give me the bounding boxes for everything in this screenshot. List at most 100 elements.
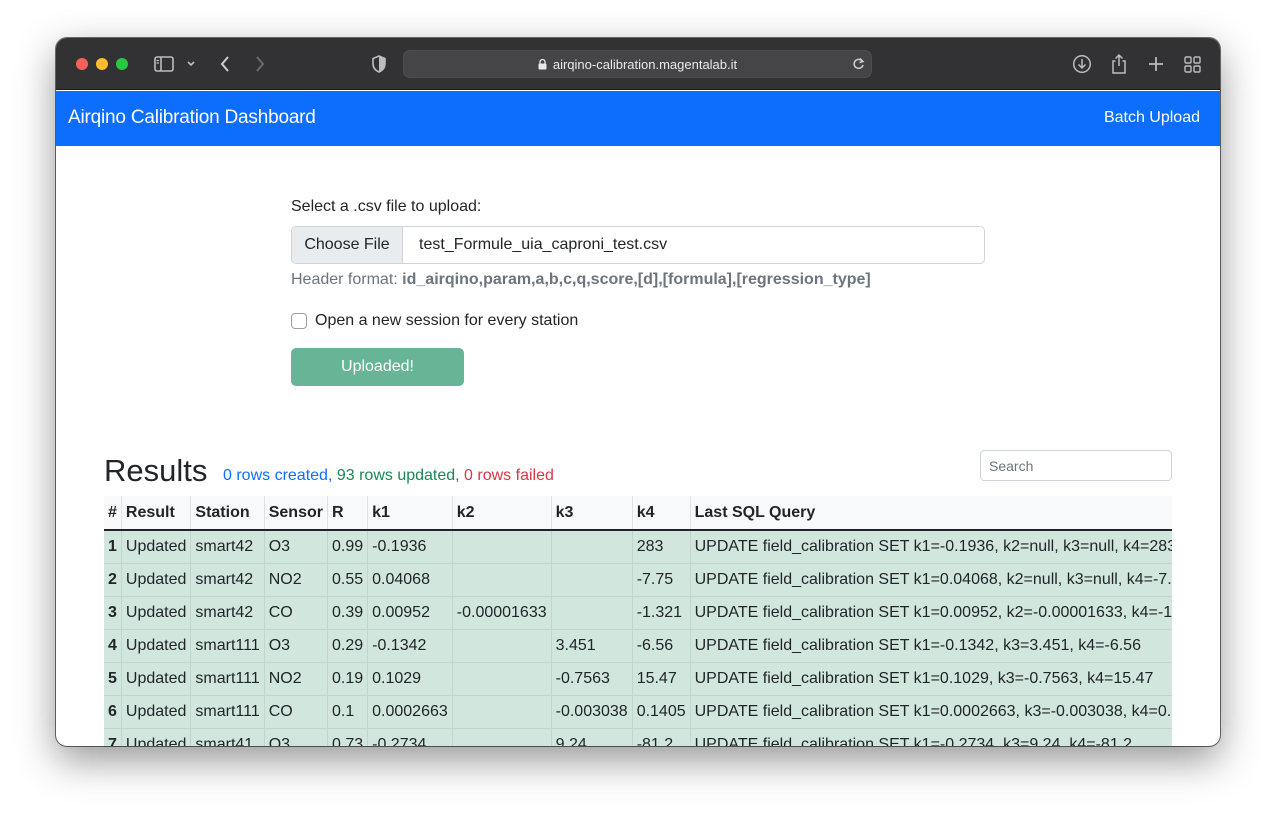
new-tab-icon[interactable] [1146, 52, 1166, 76]
file-input[interactable]: Choose File test_Formule_uia_caproni_tes… [291, 226, 985, 264]
table-header-col-k4[interactable]: k4 [632, 496, 691, 531]
zoom-window-button[interactable] [116, 58, 128, 70]
upload-button[interactable]: Uploaded! [291, 348, 464, 386]
table-header-col-k1[interactable]: k1 [367, 496, 453, 531]
k1-cell: -0.1342 [367, 629, 453, 663]
k1-cell: -0.1936 [367, 530, 453, 564]
k1-cell: 0.1029 [367, 662, 453, 696]
result-cell: Updated [121, 530, 192, 564]
k3-cell [551, 530, 633, 564]
back-icon[interactable] [216, 52, 234, 76]
table-row[interactable]: 7 Updated smart41 O3 0.73 -0.2734 9.24 -81.2 UPD… [104, 728, 1172, 746]
station-cell: smart42 [190, 563, 265, 597]
rows-failed-count: 0 rows failed [464, 467, 554, 484]
table-header-col-k2[interactable]: k2 [452, 496, 552, 531]
row-index: 6 [104, 695, 122, 729]
k2-cell: -0.00001633 [452, 596, 552, 630]
batch-upload-link[interactable]: Batch Upload [1104, 109, 1200, 127]
browser-window: airqino-calibration.magentalab.it Airqin… [56, 38, 1220, 746]
row-index: 3 [104, 596, 122, 630]
table-header-col-index[interactable]: # [104, 496, 122, 531]
r-cell: 0.99 [327, 530, 369, 564]
table-header-col-station[interactable]: Station [190, 496, 265, 531]
forward-icon[interactable] [251, 52, 269, 76]
table-row[interactable]: 4 Updated smart111 O3 0.29 -0.1342 3.451 -6.56 U… [104, 629, 1172, 663]
new-session-checkbox[interactable] [291, 313, 307, 329]
sql-query-cell: UPDATE field_calibration SET k1=0.00952,… [690, 596, 1172, 630]
address-bar[interactable]: airqino-calibration.magentalab.it [403, 50, 872, 78]
close-window-button[interactable] [76, 58, 88, 70]
station-cell: smart111 [190, 629, 265, 663]
sensor-cell: NO2 [264, 563, 328, 597]
r-cell: 0.55 [327, 563, 369, 597]
k2-cell [452, 728, 552, 746]
sql-query-cell: UPDATE field_calibration SET k1=-0.2734,… [690, 728, 1172, 746]
k3-cell: 3.451 [551, 629, 633, 663]
sql-query-cell: UPDATE field_calibration SET k1=-0.1342,… [690, 629, 1172, 663]
help-prefix: Header format: [291, 271, 398, 288]
table-header-col-result[interactable]: Result [121, 496, 192, 531]
sql-query-cell: UPDATE field_calibration SET k1=-0.1936,… [690, 530, 1172, 564]
r-cell: 0.29 [327, 629, 369, 663]
table-header-col-r[interactable]: R [327, 496, 369, 531]
tab-overview-icon[interactable] [1182, 52, 1202, 76]
k1-cell: 0.04068 [367, 563, 453, 597]
row-index: 1 [104, 530, 122, 564]
k2-cell [452, 629, 552, 663]
r-cell: 0.1 [327, 695, 369, 729]
result-cell: Updated [121, 695, 192, 729]
k2-cell [452, 662, 552, 696]
sensor-cell: O3 [264, 728, 328, 746]
r-cell: 0.19 [327, 662, 369, 696]
results-table: # Result Station Sensor Rk1 k2 k3 k4 Last SQL Qu… [104, 496, 1172, 746]
new-session-option[interactable]: Open a new session for every station [291, 311, 578, 331]
table-row[interactable]: 6 Updated smart111 CO 0.1 0.0002663 -0.003038 0… [104, 695, 1172, 729]
sidebar-icon[interactable] [153, 52, 175, 76]
sensor-cell: CO [264, 596, 328, 630]
k1-cell: -0.2734 [367, 728, 453, 746]
help-format: id_airqino,param,a,b,c,q,score,[d],[form… [402, 271, 871, 288]
table-header-col-last-sql-query[interactable]: Last SQL Query [690, 496, 1172, 531]
share-icon[interactable] [1109, 52, 1129, 76]
k3-cell: -0.7563 [551, 662, 633, 696]
rows-updated-count: 93 rows updated, [336, 467, 460, 484]
download-icon[interactable] [1071, 52, 1093, 76]
table-row[interactable]: 3 Updated smart42 CO 0.39 0.00952 -0.00001633 -… [104, 596, 1172, 630]
reload-icon[interactable] [852, 57, 865, 76]
search-placeholder: Search [989, 458, 1034, 474]
results-summary: 0 rows created, 93 rows updated, 0 rows … [223, 467, 554, 485]
navbar: Airqino Calibration Dashboard Batch Uplo… [56, 91, 1220, 146]
result-cell: Updated [121, 596, 192, 630]
k4-cell: 0.1405 [632, 695, 691, 729]
navbar-brand[interactable]: Airqino Calibration Dashboard [68, 107, 316, 129]
row-index: 4 [104, 629, 122, 663]
row-index: 7 [104, 728, 122, 746]
chevron-down-icon[interactable] [185, 52, 197, 76]
r-cell: 0.39 [327, 596, 369, 630]
header-format-help: Header format: id_airqino,param,a,b,c,q,… [291, 271, 871, 289]
k4-cell: -6.56 [632, 629, 691, 663]
k4-cell: -81.2 [632, 728, 691, 746]
table-header-col-sensor[interactable]: Sensor [264, 496, 328, 531]
minimize-window-button[interactable] [96, 58, 108, 70]
row-index: 5 [104, 662, 122, 696]
table-header-col-k3[interactable]: k3 [551, 496, 633, 531]
sensor-cell: O3 [264, 530, 328, 564]
station-cell: smart42 [190, 530, 265, 564]
shield-icon[interactable] [370, 52, 388, 76]
r-cell: 0.73 [327, 728, 369, 746]
search-input[interactable]: Search [980, 450, 1172, 481]
new-session-label[interactable]: Open a new session for every station [315, 312, 578, 330]
table-row[interactable]: 5 Updated smart111 NO2 0.19 0.1029 -0.7563 15.4… [104, 662, 1172, 696]
station-cell: smart111 [190, 662, 265, 696]
sql-query-cell: UPDATE field_calibration SET k1=0.1029, … [690, 662, 1172, 696]
table-header-row: # Result Station Sensor Rk1 k2 k3 k4 Last SQL Qu… [104, 496, 1172, 531]
row-index: 2 [104, 563, 122, 597]
results-table-container[interactable]: # Result Station Sensor Rk1 k2 k3 k4 Last SQL Qu… [104, 496, 1172, 746]
table-row[interactable]: 1 Updated smart42 O3 0.99 -0.1936 283 UPDATE fi… [104, 530, 1172, 564]
table-row[interactable]: 2 Updated smart42 NO2 0.55 0.04068 -7.75 UPDATE… [104, 563, 1172, 597]
station-cell: smart42 [190, 596, 265, 630]
choose-file-button[interactable]: Choose File [292, 227, 403, 263]
results-title: Results [104, 453, 208, 488]
sensor-cell: O3 [264, 629, 328, 663]
